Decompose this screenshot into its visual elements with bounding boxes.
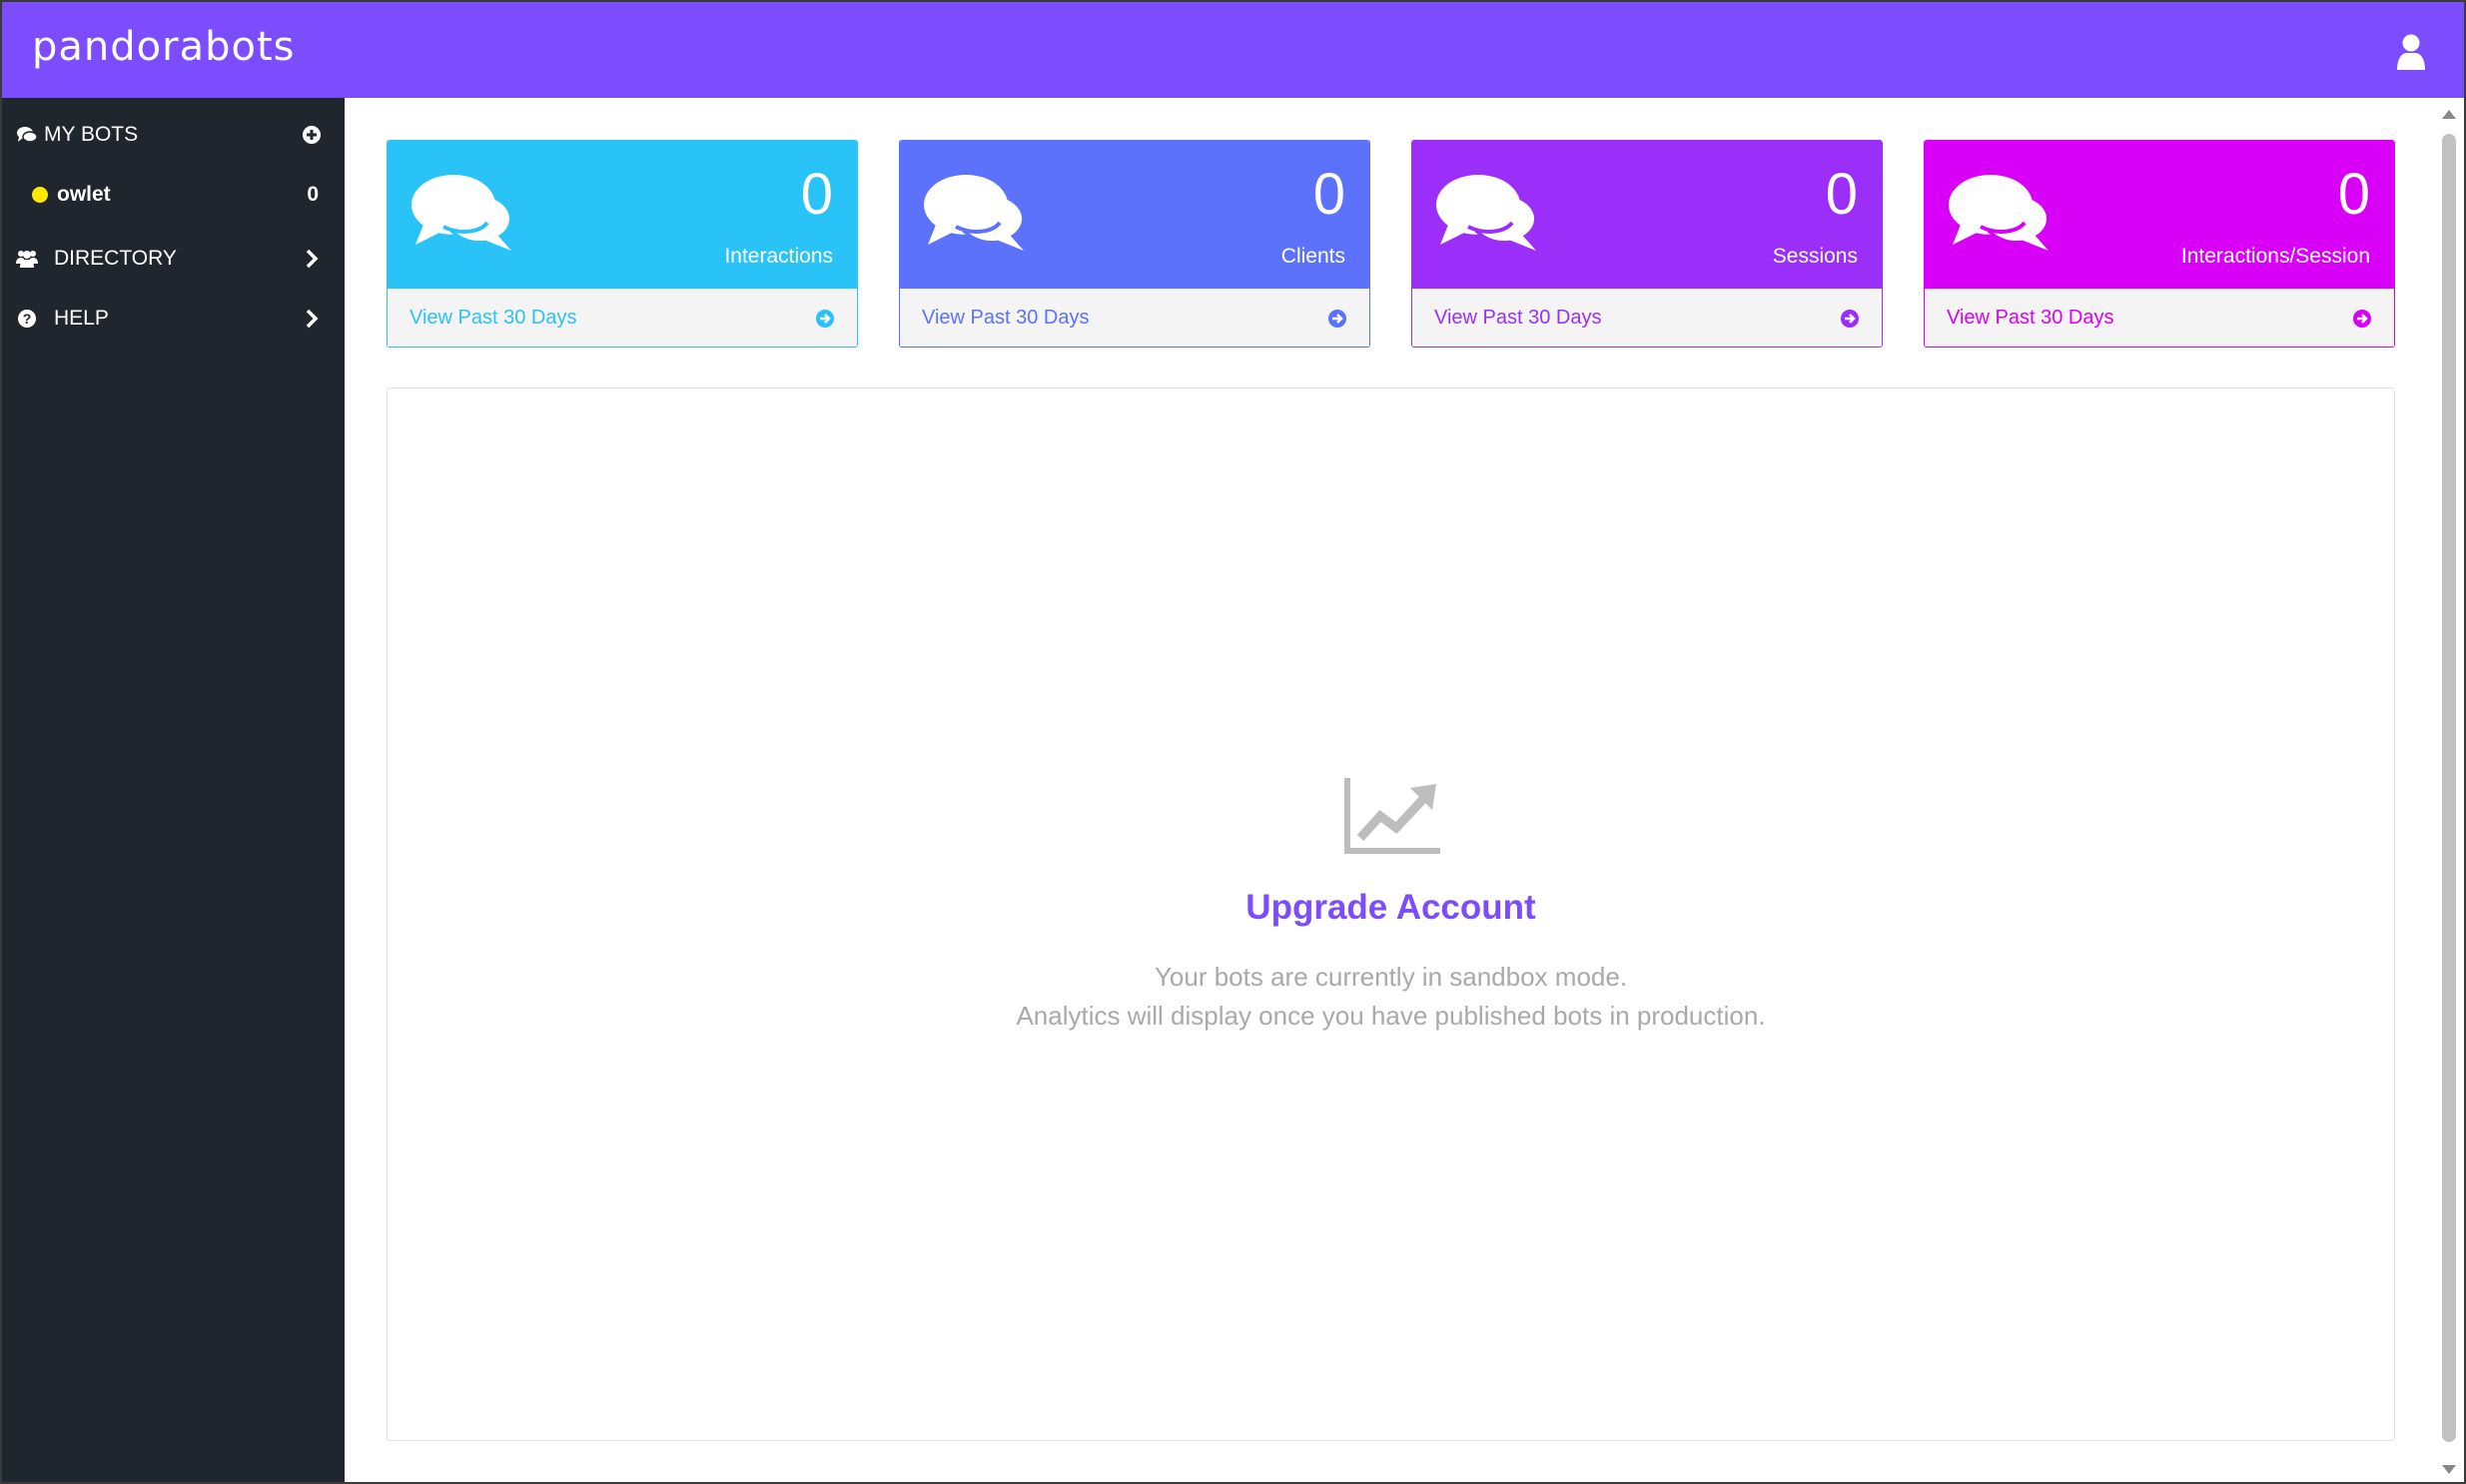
comments-icon	[411, 175, 513, 251]
stat-card-header: 0 Interactions	[388, 141, 857, 289]
link-text: View Past 30 Days	[1947, 307, 2114, 329]
bot-count: 0	[307, 183, 319, 206]
line-chart-icon	[1344, 778, 1440, 854]
comments-icon	[924, 175, 1026, 251]
question-circle-icon: ?	[18, 310, 36, 328]
add-bot-icon[interactable]	[301, 124, 323, 146]
view-past-30-days-link[interactable]: View Past 30 Days	[1412, 289, 1882, 347]
stat-card-sessions: 0 Sessions View Past 30 Days	[1411, 140, 1883, 348]
stat-caption: Interactions	[724, 245, 833, 268]
scroll-up-arrow[interactable]	[2442, 110, 2456, 119]
scrollbar-thumb[interactable]	[2442, 134, 2456, 1442]
sidebar-item-label: HELP	[54, 307, 109, 330]
arrow-circle-right-icon	[1841, 310, 1859, 328]
arrow-circle-right-icon	[816, 310, 834, 328]
sidebar-item-label: DIRECTORY	[54, 247, 177, 270]
sidebar-item-directory[interactable]: DIRECTORY	[2, 234, 345, 284]
scroll-down-arrow[interactable]	[2442, 1465, 2456, 1474]
link-text: View Past 30 Days	[922, 307, 1090, 329]
comments-icon	[1949, 175, 2051, 251]
stat-card-clients: 0 Clients View Past 30 Days	[899, 140, 1370, 348]
user-menu-button[interactable]	[2396, 34, 2426, 70]
svg-text:?: ?	[23, 311, 32, 327]
chevron-right-icon	[306, 249, 319, 269]
view-past-30-days-link[interactable]: View Past 30 Days	[388, 289, 857, 347]
stat-card-interactions-per-session: 0 Interactions/Session View Past 30 Days	[1924, 140, 2395, 348]
view-past-30-days-link[interactable]: View Past 30 Days	[900, 289, 1369, 347]
analytics-message: Analytics will display once you have pub…	[1016, 1001, 1766, 1031]
stat-card-header: 0 Clients	[900, 141, 1369, 289]
stat-value: 0	[2337, 162, 2370, 227]
stat-value: 0	[1312, 162, 1345, 227]
link-text: View Past 30 Days	[1434, 307, 1602, 329]
main-content: 0 Interactions View Past 30 Days 0 Clien…	[345, 98, 2438, 1482]
sidebar-item-bot-owlet[interactable]: owlet 0	[2, 170, 345, 220]
bot-name: owlet	[57, 183, 111, 206]
bot-status-dot	[32, 187, 48, 203]
comments-icon	[1436, 175, 1538, 251]
stat-caption: Sessions	[1772, 245, 1858, 268]
link-text: View Past 30 Days	[410, 307, 577, 329]
stat-card-header: 0 Interactions/Session	[1925, 141, 2394, 289]
stat-card-interactions: 0 Interactions View Past 30 Days	[387, 140, 858, 348]
view-past-30-days-link[interactable]: View Past 30 Days	[1925, 289, 2394, 347]
vertical-scrollbar[interactable]	[2438, 98, 2464, 1482]
app-window: pandorabots MY BOTS owlet 0 DIRECTORY ? …	[0, 0, 2466, 1484]
arrow-circle-right-icon	[1328, 310, 1346, 328]
comments-icon	[17, 127, 38, 143]
chevron-right-icon	[306, 309, 319, 329]
sidebar-item-help[interactable]: ? HELP	[2, 294, 345, 344]
sidebar-item-label: MY BOTS	[44, 123, 139, 146]
sidebar-item-my-bots[interactable]: MY BOTS	[2, 110, 345, 160]
users-icon	[16, 251, 38, 268]
stat-value: 0	[800, 162, 833, 227]
stat-caption: Interactions/Session	[2180, 245, 2370, 268]
stat-value: 0	[1825, 162, 1858, 227]
stat-caption: Clients	[1280, 245, 1345, 268]
top-navbar: pandorabots	[2, 2, 2464, 98]
user-icon	[2397, 34, 2425, 70]
brand-logo[interactable]: pandorabots	[32, 24, 295, 70]
stat-card-header: 0 Sessions	[1412, 141, 1882, 289]
upgrade-account-link[interactable]: Upgrade Account	[388, 888, 2394, 928]
arrow-circle-right-icon	[2353, 310, 2371, 328]
sidebar: MY BOTS owlet 0 DIRECTORY ? HELP	[2, 98, 345, 1482]
sandbox-message: Your bots are currently in sandbox mode.	[1154, 962, 1628, 992]
analytics-panel: Upgrade Account Your bots are currently …	[387, 387, 2395, 1441]
